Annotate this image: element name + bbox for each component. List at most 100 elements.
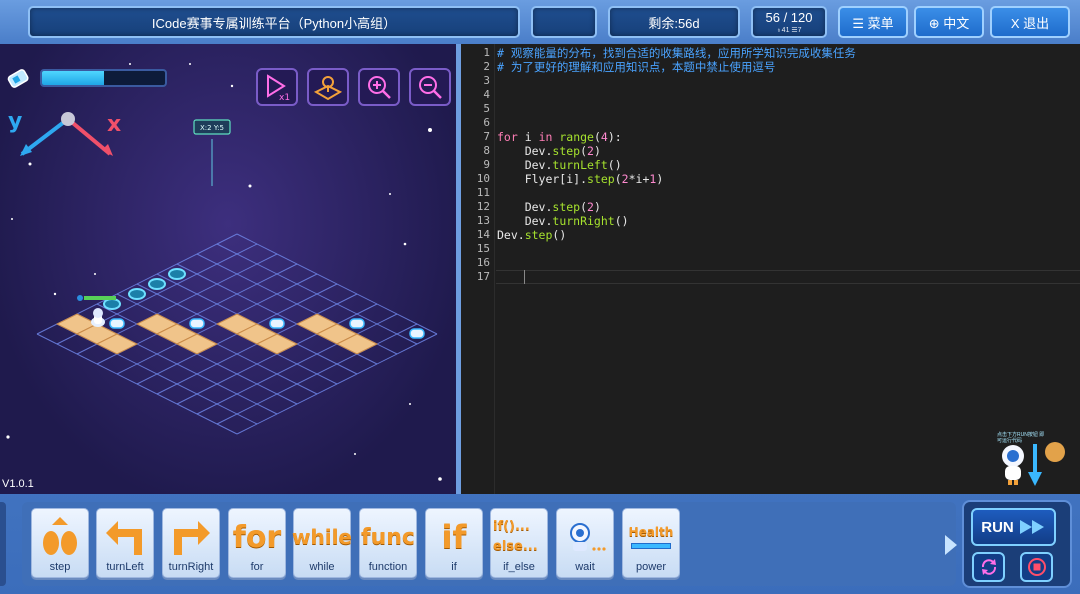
axis-y-label: y [8,109,22,134]
game-canvas[interactable]: X:2 Y:5 y x x1 V1.0.1 [0,44,456,494]
play-speed-icon: x1 [267,74,290,102]
block-while[interactable]: while while [292,508,352,578]
exit-button[interactable]: X 退出 [990,6,1070,38]
code-content[interactable]: # 观察能量的分布，找到合适的收集路线，应用所学知识完成收集任务 # 为了更好的理… [497,46,1077,284]
flyer [189,318,205,329]
code-line[interactable]: Dev.step(2) [497,200,1077,214]
menu-button[interactable]: ☰ 菜单 [838,6,908,38]
map-view-button[interactable] [307,68,349,106]
level-progress-value: 56 / 120 [765,9,813,25]
code-line[interactable]: Dev.turnRight() [497,214,1077,228]
playback-speed-button[interactable]: x1 [256,68,298,106]
block-step[interactable]: step [31,508,89,578]
reset-button[interactable] [972,552,1005,582]
line-number: 15 [476,242,490,255]
level-progress: 56 / 120 ♁41 ☰7 [751,6,827,38]
code-line[interactable]: # 观察能量的分布，找到合适的收集路线，应用所学知识完成收集任务 [497,46,1077,60]
step-icon [43,517,77,555]
line-number: 5 [483,102,490,115]
code-line[interactable]: Dev.step() [497,228,1077,242]
zoom-out-button[interactable] [409,68,451,106]
energy-crystal [128,288,146,300]
code-line[interactable] [497,88,1077,102]
refresh-icon [981,559,996,575]
line-number: 14 [476,228,490,241]
energy-items [103,268,186,310]
palette-next-arrow-icon[interactable] [945,535,957,555]
turn-right-icon [174,521,210,555]
axis-x-label: x [107,112,121,137]
code-line[interactable]: Dev.step(2) [497,144,1077,158]
block-wait[interactable]: wait [556,508,614,578]
stop-button[interactable] [1020,552,1053,582]
flyer [349,318,365,329]
run-button-label: RUN [981,518,1014,536]
code-line[interactable]: Flyer[i].step(2*i+1) [497,172,1077,186]
line-number: 13 [476,214,490,227]
block-function[interactable]: func function [359,508,417,578]
block-wait-label: wait [575,561,595,573]
energy-bar-fill [42,71,104,85]
code-line[interactable] [497,74,1077,88]
code-line[interactable]: # 为了更好的理解和应用知识点，本题中禁止使用逗号 [497,60,1077,74]
zoom-in-icon [368,76,391,99]
app-root: ICode赛事专属训练平台（Python小高组） 剩余:56d 56 / 120… [0,0,1080,594]
block-turn-right[interactable]: turnRight [162,508,220,578]
flyer [269,318,285,329]
line-number: 17 [476,270,490,283]
energy-crystal [148,278,166,290]
block-for-label: for [250,561,264,573]
block-turn-right-label: turnRight [168,561,214,573]
block-while-label: while [309,561,335,573]
line-number: 3 [483,74,490,87]
map-pin-icon [313,76,343,101]
code-line[interactable]: Dev.turnLeft() [497,158,1077,172]
line-number: 8 [483,144,490,157]
coordinate-sign-label: X:2 Y:5 [200,124,224,132]
line-number: 12 [476,200,490,213]
assistant-robot-icon [1002,445,1024,485]
blank-panel [531,6,597,38]
code-line[interactable] [497,242,1077,256]
block-step-label: step [49,561,71,573]
func-icon: func [361,524,415,550]
line-number: 4 [483,88,490,101]
block-if-else[interactable]: if()... else... if_else [490,508,548,578]
code-line[interactable] [497,116,1077,130]
code-editor[interactable]: 1 2 3 4 5 6 7 8 9 10 11 12 13 14 15 16 17 # 观察能量的分布，找到合适… [461,44,1080,494]
line-number: 1 [483,46,490,59]
code-line[interactable] [497,270,1077,284]
energy-crystal [103,298,121,310]
code-line[interactable] [497,256,1077,270]
line-number: 16 [476,256,490,269]
while-icon: while [292,525,352,549]
block-turn-left[interactable]: turnLeft [96,508,154,578]
palette-collapse-tab[interactable] [0,502,6,586]
if-icon: if [441,518,467,556]
run-button[interactable]: RUN [971,508,1056,546]
level-progress-sub: ♁41 ☰7 [776,26,802,34]
block-if-label: if [451,561,457,573]
for-icon: for [232,519,282,555]
game-scene: X:2 Y:5 y x [6,63,442,481]
language-button[interactable]: ⊕ 中文 [914,6,984,38]
turn-left-icon [106,521,142,555]
zoom-in-button[interactable] [358,68,400,106]
block-power-label: power [636,561,666,573]
axis-indicator: y x [8,109,121,156]
notification-bell-icon[interactable] [1045,442,1065,462]
block-function-label: function [368,561,408,573]
code-line[interactable] [497,102,1077,116]
block-power[interactable]: Health power [622,508,680,578]
block-turn-left-label: turnLeft [106,561,144,573]
block-for[interactable]: for for [228,508,286,578]
battery-icon [7,69,29,88]
code-line[interactable]: for i in range(4): [497,130,1077,144]
if-else-icon: if()... else... [493,519,538,554]
health-icon: Health [628,525,674,539]
energy-crystal [168,268,186,280]
top-bar: ICode赛事专属训练平台（Python小高组） 剩余:56d 56 / 120… [0,0,1080,44]
block-if[interactable]: if if [425,508,483,578]
code-line[interactable] [497,186,1077,200]
flyer [109,318,125,329]
